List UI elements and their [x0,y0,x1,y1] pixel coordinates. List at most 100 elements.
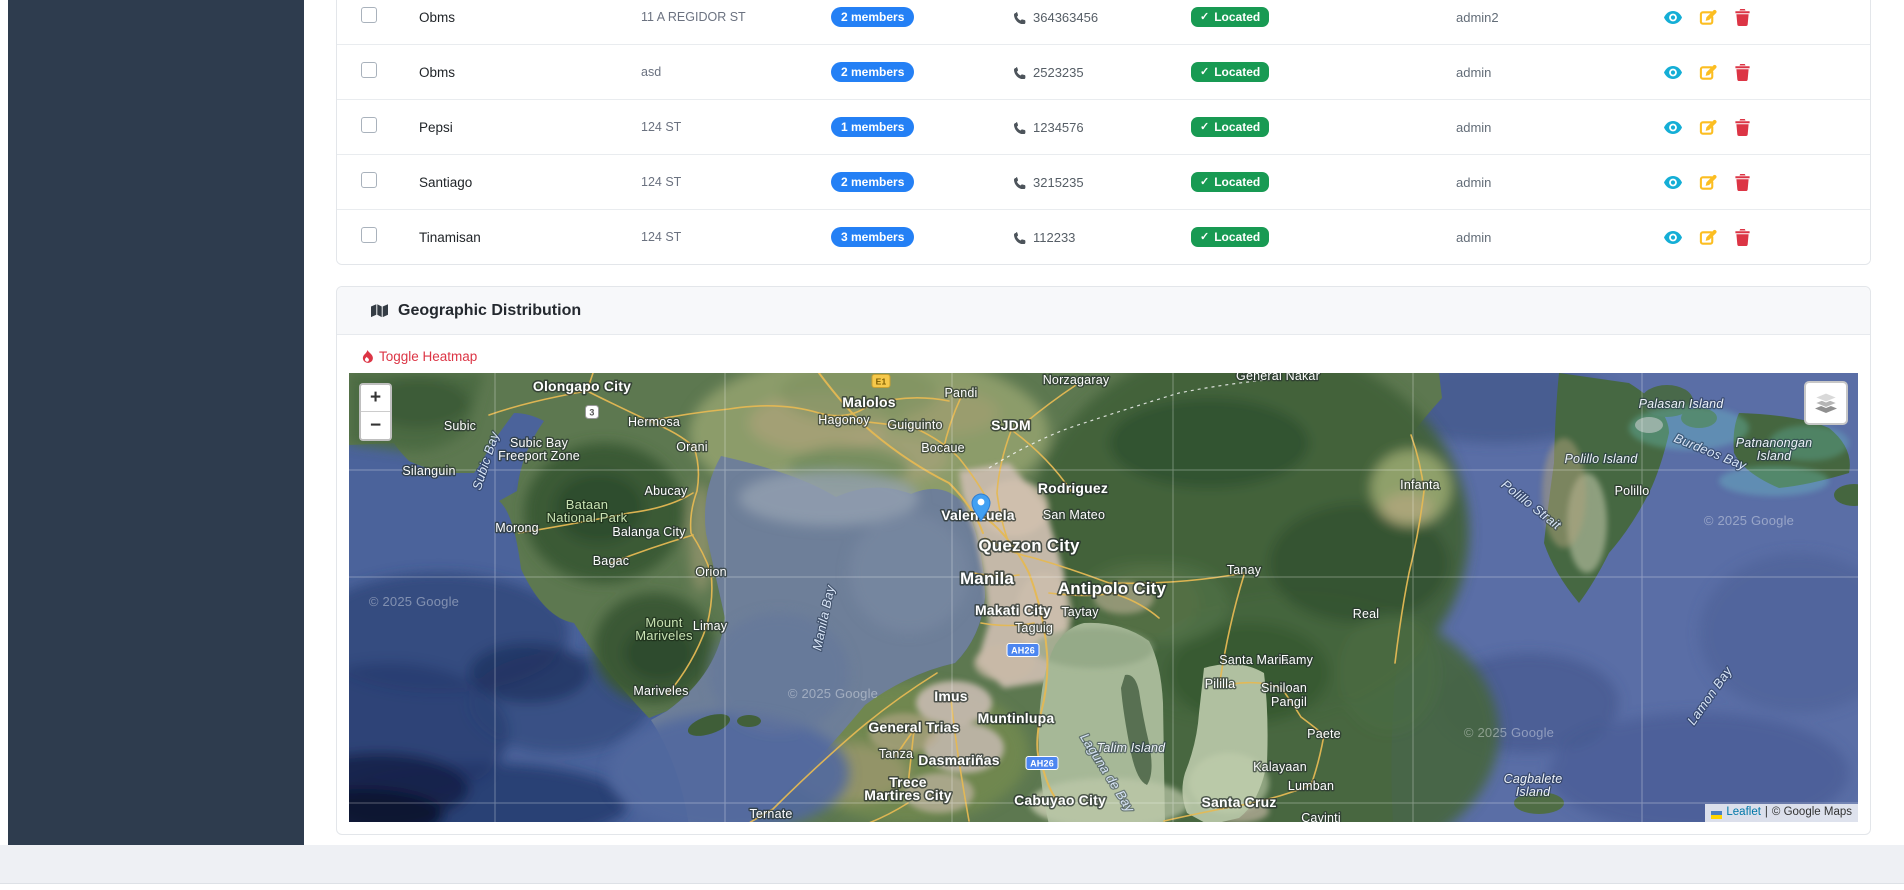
zoom-in-button[interactable]: + [361,385,390,412]
checkbox-cell [361,227,419,248]
zoom-control: + − [359,383,392,441]
zoom-out-button[interactable]: − [361,412,390,439]
card-title: Geographic Distribution [398,302,581,320]
map-label: Manila [960,569,1014,588]
route-shield: 3 [586,406,599,419]
row-checkbox[interactable] [361,7,377,23]
delete-button[interactable] [1734,229,1751,246]
map-label: Bagac [593,554,629,568]
view-button[interactable] [1664,174,1681,191]
status-badge: ✓Located [1191,117,1269,137]
edit-button[interactable] [1699,64,1716,81]
map-label: Pandi [945,386,978,400]
map-label: Famy [1281,653,1314,667]
admin-name: admin2 [1456,10,1657,25]
footer-strip [0,883,1904,890]
group-name: Tinamisan [419,230,641,245]
view-button[interactable] [1664,119,1681,136]
status-cell: ✓Located [1191,227,1456,248]
group-address: 124 ST [641,120,831,134]
delete-button[interactable] [1734,9,1751,26]
attribution-separator: | [1765,805,1768,820]
svg-text:AH26: AH26 [1011,646,1035,656]
layers-control[interactable] [1804,381,1848,425]
map-label: Polillo [1615,484,1650,498]
table-row: Santiago124 ST2 members3215235✓Locatedad… [337,155,1870,210]
map-label: Olongapo City [533,378,631,394]
status-badge: ✓Located [1191,62,1269,82]
phone-icon [1013,11,1026,24]
row-checkbox[interactable] [361,62,377,78]
status-badge: ✓Located [1191,227,1269,247]
map-label: Bocaue [921,441,965,455]
edit-button[interactable] [1699,229,1716,246]
group-address: 11 A REGIDOR ST [641,10,831,24]
leaflet-flag-icon [1711,809,1722,817]
row-checkbox[interactable] [361,172,377,188]
phone-cell: 364363456 [1013,10,1191,25]
admin-name: admin [1456,120,1657,135]
trash-icon [1735,64,1750,81]
phone-number: 112233 [1033,230,1075,245]
checkbox-cell [361,62,419,83]
edit-button[interactable] [1699,174,1716,191]
phone-cell: 3215235 [1013,175,1191,190]
map-label: Malolos [842,394,896,410]
status-cell: ✓Located [1191,172,1456,193]
leaflet-map[interactable]: E13AH26AH26 Olongapo CitySubicSubic BayS… [349,373,1858,822]
svg-text:E1: E1 [876,377,887,387]
checkbox-cell [361,172,419,193]
view-button[interactable] [1664,64,1681,81]
delete-button[interactable] [1734,174,1751,191]
row-checkbox[interactable] [361,227,377,243]
toggle-heatmap-button[interactable]: Toggle Heatmap [349,343,489,370]
sidebar [8,0,304,845]
leaflet-attribution-link[interactable]: Leaflet [1726,805,1761,820]
google-watermark: © 2025 Google [369,594,459,609]
delete-button[interactable] [1734,64,1751,81]
actions-cell [1657,9,1870,26]
eye-icon [1664,231,1682,244]
svg-text:AH26: AH26 [1030,759,1054,769]
map-label: Siniloan [1261,681,1307,695]
trash-icon [1735,229,1750,246]
edit-button[interactable] [1699,9,1716,26]
delete-button[interactable] [1734,119,1751,136]
edit-icon [1699,229,1717,246]
view-button[interactable] [1664,229,1681,246]
edit-icon [1699,64,1717,81]
members-cell: 2 members [831,62,1013,82]
map-label: San Mateo [1043,508,1105,522]
google-maps-attribution: © Google Maps [1772,805,1852,820]
app-shell: Obms11 A REGIDOR ST 2 members 364363456 ✓Lo… [0,0,1904,845]
map-label: General Nakar [1236,373,1320,383]
edit-icon [1699,9,1717,26]
trash-icon [1735,9,1750,26]
toggle-heatmap-label: Toggle Heatmap [379,349,477,364]
map-label: Tanza [879,747,913,761]
route-shield: E1 [872,375,890,388]
view-button[interactable] [1664,9,1681,26]
edit-button[interactable] [1699,119,1716,136]
actions-cell [1657,64,1870,81]
group-name: Obms [419,10,641,25]
card-body: Toggle Heatmap [337,335,1870,834]
map-label: Balanga City [612,525,686,539]
map-label: Santa Maria [1219,653,1289,667]
map-label: Paete [1307,727,1341,741]
groups-table: Obms11 A REGIDOR ST 2 members 364363456 ✓Lo… [337,0,1870,264]
check-icon: ✓ [1200,67,1209,78]
map-label: General Trias [868,719,959,735]
map-label: Makati City [975,602,1051,618]
map-label: Pangil [1271,695,1307,709]
svg-text:3: 3 [589,408,594,418]
actions-cell [1657,119,1870,136]
footer-band [0,845,1904,883]
check-icon: ✓ [1200,12,1209,23]
map-label: Silanguin [402,464,455,478]
map-label: Polillo Island [1565,452,1639,466]
map-label: Subic BayFreeport Zone [498,436,580,463]
row-checkbox[interactable] [361,117,377,133]
check-icon: ✓ [1200,232,1209,243]
map-label: Kalayaan [1253,760,1307,774]
